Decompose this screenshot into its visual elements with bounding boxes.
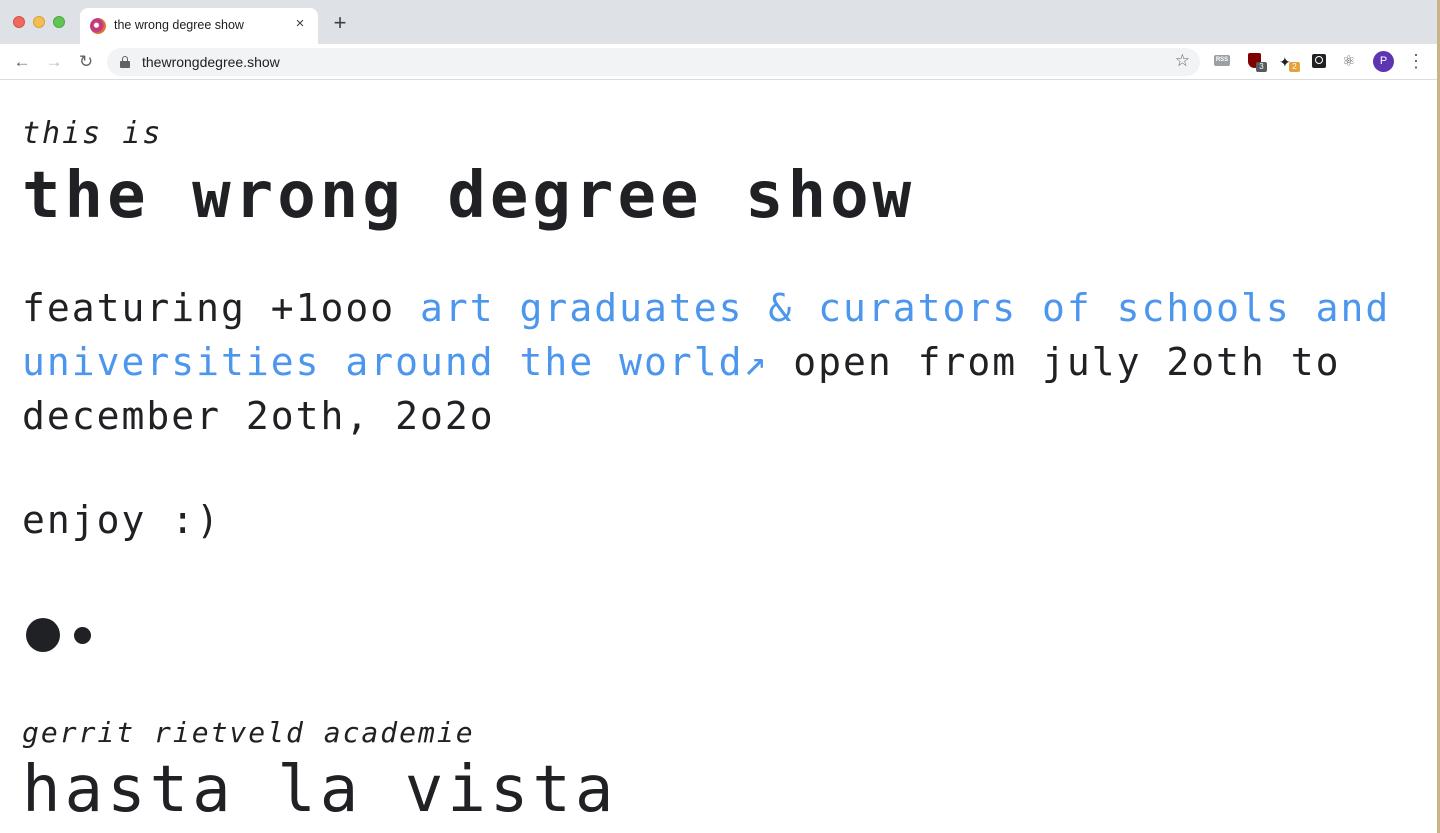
- tab-strip: the wrong degree show × +: [0, 0, 1437, 44]
- lens-extension-icon[interactable]: [1310, 52, 1328, 70]
- enjoy-text: enjoy :): [22, 498, 222, 542]
- browser-menu-icon[interactable]: ⋮: [1407, 50, 1425, 72]
- school-name[interactable]: gerrit rietveld academie: [22, 716, 475, 749]
- profile-avatar[interactable]: P: [1373, 51, 1394, 72]
- address-bar[interactable]: thewrongdegree.show ☆: [107, 48, 1200, 76]
- tab-title: the wrong degree show: [114, 18, 244, 32]
- ublock-icon[interactable]: 3: [1246, 52, 1267, 72]
- intro-paragraph: featuring +1ooo art graduates & curators…: [22, 281, 1427, 443]
- ublock-badge: 3: [1256, 62, 1267, 72]
- maximize-window-button[interactable]: [53, 16, 65, 28]
- new-tab-button[interactable]: +: [330, 12, 350, 34]
- ninja-extension-icon[interactable]: ✦ 2: [1279, 52, 1300, 72]
- lock-icon[interactable]: [120, 56, 130, 68]
- close-window-button[interactable]: [13, 16, 25, 28]
- project-title[interactable]: hasta la vista: [22, 753, 617, 827]
- forward-button[interactable]: →: [43, 51, 65, 73]
- back-button[interactable]: ←: [11, 51, 33, 73]
- url-text[interactable]: thewrongdegree.show: [142, 54, 280, 70]
- tab-close-icon[interactable]: ×: [292, 16, 308, 32]
- ninja-badge: 2: [1289, 62, 1300, 72]
- reload-button[interactable]: ↻: [75, 51, 97, 73]
- extensions-puzzle-icon[interactable]: ⚛: [1342, 52, 1360, 70]
- minimize-window-button[interactable]: [33, 16, 45, 28]
- small-dot-icon: [74, 627, 91, 644]
- intro-text-before: featuring +1ooo: [22, 286, 421, 330]
- page-title: the wrong degree show: [22, 159, 916, 233]
- browser-window: the wrong degree show × + ← → ↻ thewrong…: [0, 0, 1440, 833]
- page-content: this is the wrong degree show featuring …: [0, 81, 1437, 833]
- kicker-text: this is: [22, 116, 163, 151]
- bookmark-star-icon[interactable]: ☆: [1175, 51, 1190, 71]
- tab-active[interactable]: the wrong degree show ×: [80, 8, 318, 44]
- large-dot-icon: [26, 618, 60, 652]
- site-favicon-icon: [90, 18, 106, 34]
- rss-extension-icon[interactable]: RSS: [1213, 52, 1231, 70]
